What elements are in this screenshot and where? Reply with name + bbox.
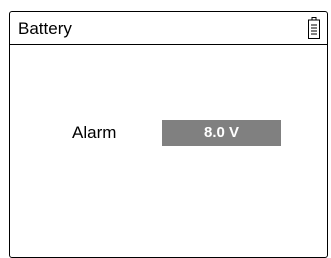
alarm-label: Alarm — [72, 123, 117, 142]
battery-icon — [308, 17, 320, 39]
alarm-voltage-field[interactable]: 8.0 V — [162, 120, 281, 146]
page-title: Battery — [18, 19, 72, 38]
battery-screen: Battery Alarm 8.0 V — [9, 11, 328, 258]
title-bar: Battery — [10, 12, 327, 45]
